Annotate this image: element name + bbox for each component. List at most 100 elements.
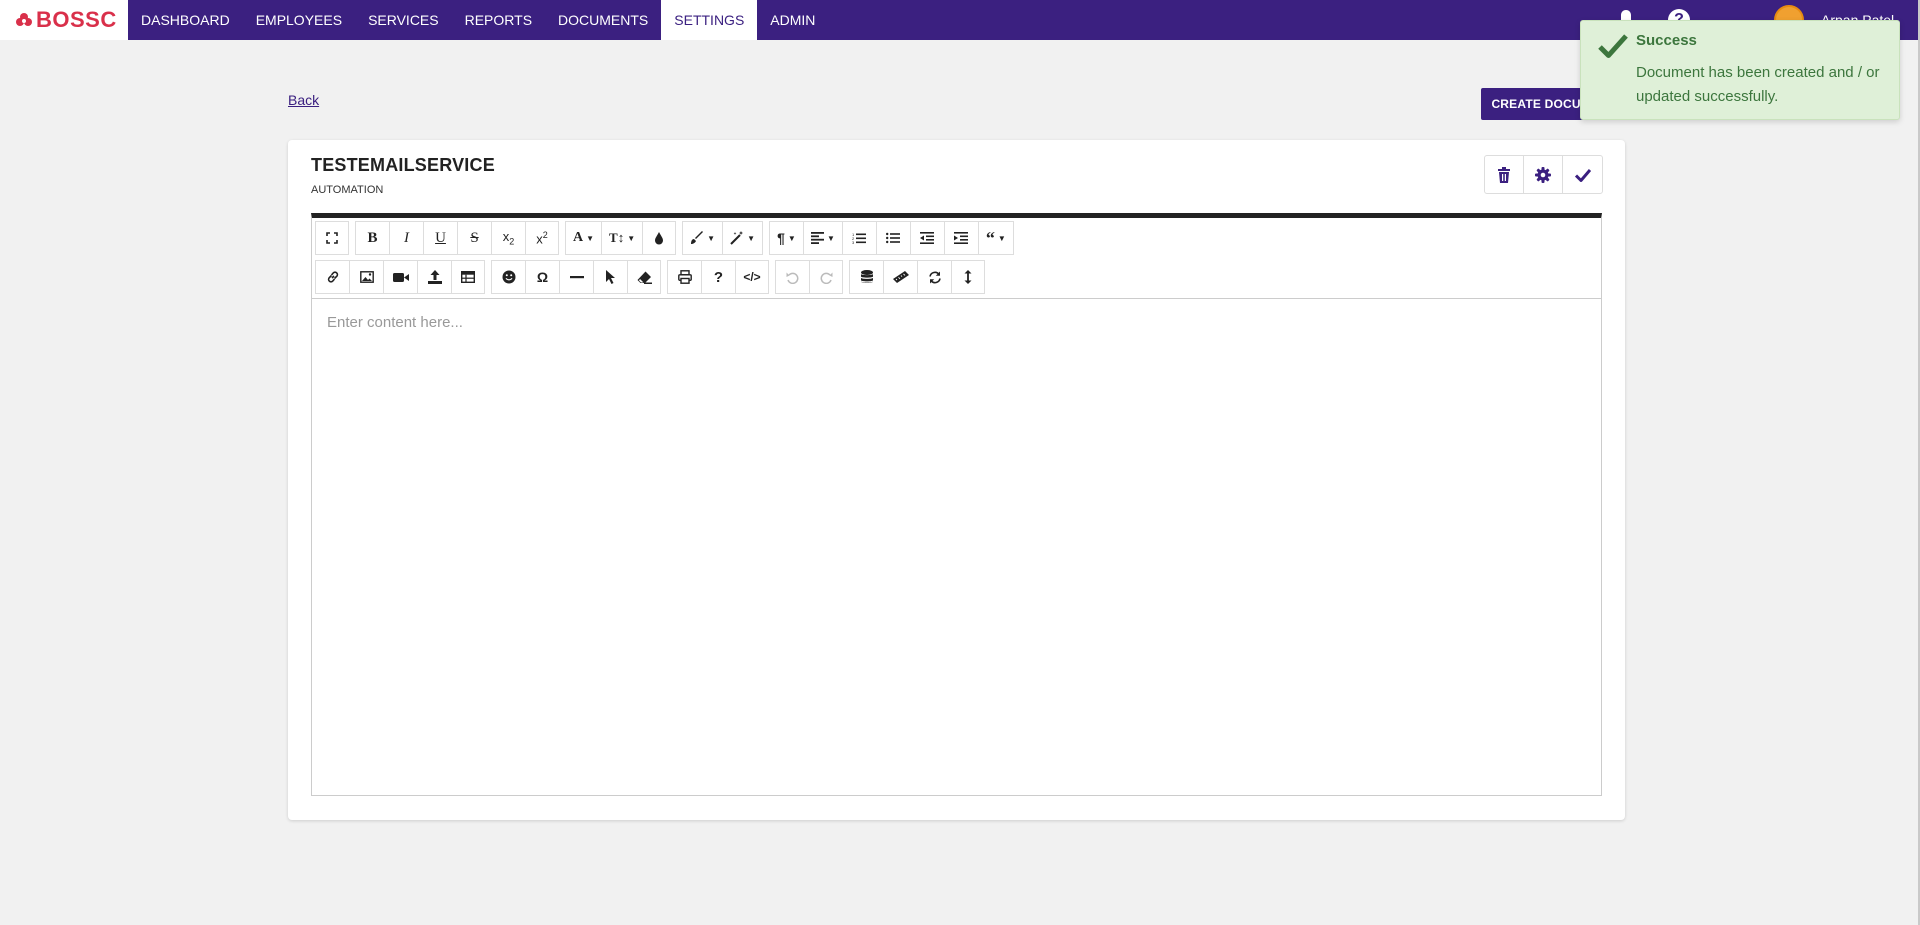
italic-icon: I: [404, 229, 409, 246]
database-button[interactable]: [849, 260, 883, 294]
subscript-button[interactable]: x2: [491, 221, 525, 255]
image-icon: [359, 271, 374, 283]
paint-brush-icon: [691, 231, 704, 244]
insert-table-button[interactable]: [451, 260, 485, 294]
horizontal-line-button[interactable]: [559, 260, 593, 294]
ruler-button[interactable]: [883, 260, 917, 294]
editor-toolbar-row-2: Ω ? </>: [315, 260, 991, 294]
fullscreen-button[interactable]: [315, 221, 349, 255]
logo-icon: [16, 13, 32, 26]
video-icon: [392, 272, 409, 282]
special-characters-button[interactable]: Ω: [525, 260, 559, 294]
document-title: TESTEMAILSERVICE: [311, 155, 495, 175]
strikethrough-button[interactable]: S: [457, 221, 491, 255]
settings-button[interactable]: [1524, 156, 1563, 193]
font-family-button[interactable]: A ▼: [565, 221, 602, 255]
outdent-icon: [920, 232, 935, 244]
quote-button[interactable]: “▼: [977, 221, 1014, 255]
insert-link-button[interactable]: [315, 260, 349, 294]
logo[interactable]: BOSSC: [0, 0, 128, 40]
smile-icon: [502, 270, 515, 284]
undo-icon: [786, 272, 799, 284]
align-left-icon: [810, 232, 824, 244]
printer-icon: [677, 270, 692, 284]
nav-documents[interactable]: DOCUMENTS: [545, 0, 661, 40]
superscript-icon: x2: [536, 229, 548, 247]
paragraph-style-button[interactable]: ▼: [682, 221, 723, 255]
unordered-list-icon: [886, 232, 901, 244]
replace-button[interactable]: [917, 260, 951, 294]
chevron-down-icon: ▼: [707, 233, 716, 243]
font-family-icon: A: [573, 230, 584, 245]
document-card: TESTEMAILSERVICE AUTOMATION B I U S x2 x…: [288, 140, 1625, 820]
sync-icon: [928, 271, 941, 283]
editor-toolbar-row-1: B I U S x2 x2 A ▼ T↕ ▼ ▼ ▼ ¶ ▼ ▼ 1 2 3 “…: [315, 221, 1020, 255]
fullscreen-icon: [326, 232, 338, 244]
emoticons-button[interactable]: [491, 260, 525, 294]
upload-icon: [427, 270, 442, 284]
checkmark-icon: [1598, 34, 1628, 58]
toast-title: Success: [1636, 32, 1697, 49]
toast-message: Document has been created and / or updat…: [1636, 64, 1880, 105]
nav-admin[interactable]: ADMIN: [757, 0, 828, 40]
toolbar-divider: [312, 298, 1601, 299]
unordered-list-button[interactable]: [875, 221, 910, 255]
redo-button[interactable]: [809, 260, 843, 294]
redo-icon: [820, 272, 832, 284]
help-button[interactable]: ?: [701, 260, 735, 294]
table-icon: [461, 271, 475, 283]
document-actions: [1484, 155, 1603, 194]
chevron-down-icon: ▼: [997, 233, 1006, 243]
undo-button[interactable]: [775, 260, 809, 294]
inline-style-button[interactable]: ▼: [722, 221, 763, 255]
back-link[interactable]: Back: [288, 92, 319, 108]
print-button[interactable]: [667, 260, 701, 294]
italic-button[interactable]: I: [389, 221, 423, 255]
underline-icon: U: [435, 229, 446, 246]
rich-text-editor: B I U S x2 x2 A ▼ T↕ ▼ ▼ ▼ ¶ ▼ ▼ 1 2 3 “…: [311, 213, 1602, 796]
chevron-down-icon: ▼: [627, 233, 636, 243]
question-icon: ?: [713, 268, 724, 286]
subscript-icon: x2: [502, 229, 515, 247]
delete-button[interactable]: [1485, 156, 1524, 193]
trash-icon: [1498, 166, 1510, 183]
line-height-button[interactable]: [951, 260, 985, 294]
cursor-icon: [606, 270, 615, 284]
magic-wand-icon: [730, 231, 744, 245]
strikethrough-icon: S: [470, 229, 479, 246]
chevron-down-icon: ▼: [787, 233, 796, 243]
indent-button[interactable]: [943, 221, 978, 255]
select-all-button[interactable]: [593, 260, 627, 294]
code-view-button[interactable]: </>: [735, 260, 769, 294]
success-toast[interactable]: Success Document has been created and / …: [1580, 20, 1900, 120]
color-drop-icon: [655, 232, 664, 245]
color-button[interactable]: [642, 221, 677, 255]
font-size-icon: T↕: [609, 230, 625, 245]
paragraph-icon: ¶: [777, 230, 785, 246]
nav-reports[interactable]: REPORTS: [452, 0, 545, 40]
clear-formatting-button[interactable]: [627, 260, 661, 294]
align-button[interactable]: ▼: [802, 221, 842, 255]
document-category: AUTOMATION: [311, 184, 384, 196]
nav-services[interactable]: SERVICES: [355, 0, 452, 40]
bold-button[interactable]: B: [355, 221, 389, 255]
insert-image-button[interactable]: [349, 260, 383, 294]
nav-dashboard[interactable]: DASHBOARD: [128, 0, 243, 40]
underline-button[interactable]: U: [423, 221, 457, 255]
insert-video-button[interactable]: [383, 260, 417, 294]
nav-employees[interactable]: EMPLOYEES: [243, 0, 355, 40]
save-button[interactable]: [1563, 156, 1602, 193]
gear-icon: [1535, 166, 1551, 183]
line-height-icon: [964, 270, 972, 284]
paragraph-format-button[interactable]: ¶ ▼: [768, 221, 803, 255]
font-size-button[interactable]: T↕ ▼: [601, 221, 643, 255]
outdent-button[interactable]: [909, 221, 944, 255]
horizontal-line-icon: [569, 276, 584, 279]
quote-icon: “: [985, 228, 995, 248]
superscript-button[interactable]: x2: [525, 221, 559, 255]
ordered-list-button[interactable]: 123: [841, 221, 876, 255]
upload-file-button[interactable]: [417, 260, 451, 294]
main-nav: DASHBOARD EMPLOYEES SERVICES REPORTS DOC…: [128, 0, 828, 40]
nav-settings[interactable]: SETTINGS: [661, 0, 758, 40]
editor-content-area[interactable]: Enter content here...: [327, 314, 463, 331]
